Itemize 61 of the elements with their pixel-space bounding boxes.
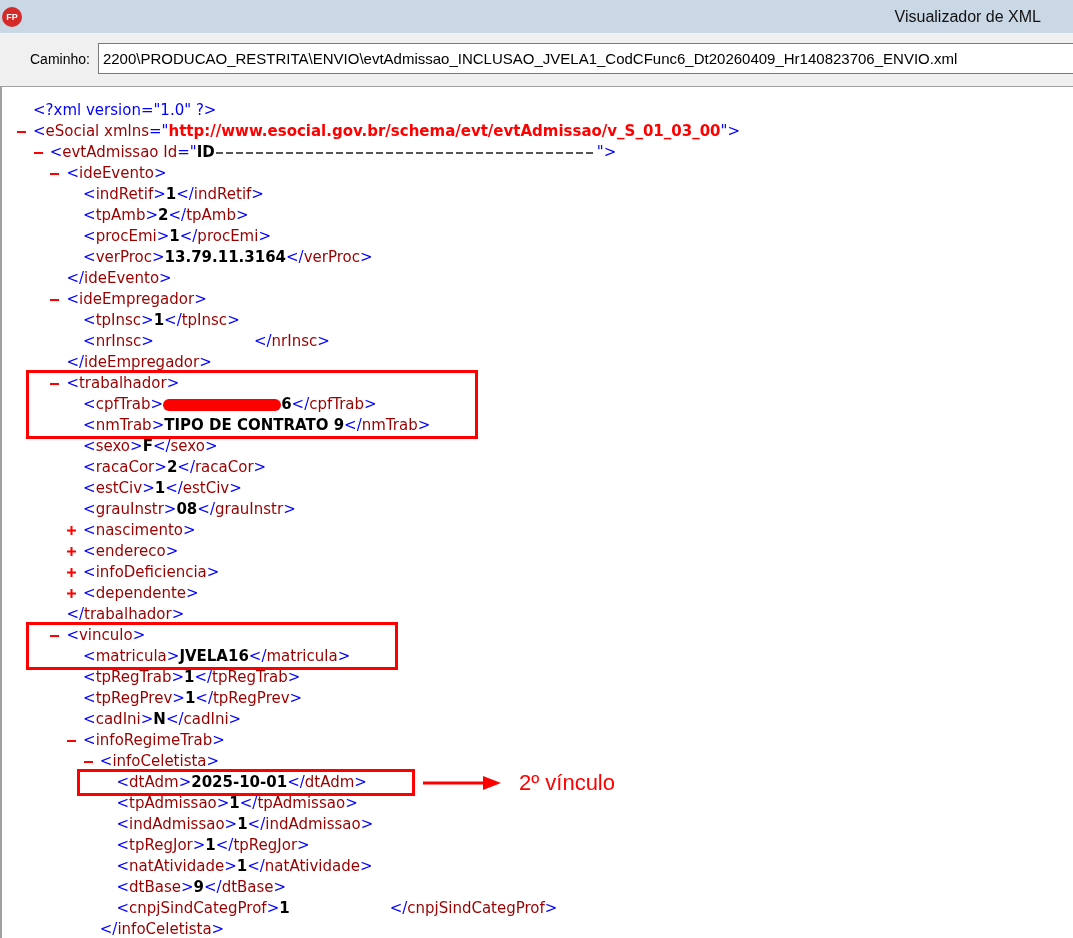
xml-line: <grauInstr>08</grauInstr> xyxy=(83,499,296,520)
minus-icon[interactable] xyxy=(50,172,60,175)
xml-line: <sexo>F</sexo> xyxy=(83,436,218,457)
minus-icon[interactable] xyxy=(50,634,60,637)
xml-line: <tpAmb>2</tpAmb> xyxy=(83,205,249,226)
xml-text: <cnpjSindCategProf>1 xyxy=(116,898,290,919)
xml-line: </trabalhador> xyxy=(66,604,185,625)
xml-line: <ideEmpregador> xyxy=(66,289,207,310)
xml-text: <cpfTrab> xyxy=(83,394,164,415)
minus-icon[interactable] xyxy=(67,739,77,742)
xml-line: <trabalhador> xyxy=(66,373,180,394)
xml-text: "> xyxy=(596,142,617,163)
minus-icon[interactable] xyxy=(17,130,26,133)
xml-line: <?xml version="1.0" ?> xyxy=(33,100,217,121)
xml-line: <tpInsc>1</tpInsc> xyxy=(83,310,240,331)
xml-line: <matricula>JVELA16</matricula> xyxy=(83,646,351,667)
plus-icon[interactable] xyxy=(67,568,77,577)
xml-line: </ideEvento> xyxy=(66,268,172,289)
minus-icon[interactable] xyxy=(83,760,93,763)
xml-line: <infoRegimeTrab> xyxy=(83,730,225,751)
window-title: Visualizador de XML xyxy=(894,7,1041,26)
xml-line: <indRetif>1</indRetif> xyxy=(83,184,264,205)
xml-line: <ideEvento> xyxy=(66,163,167,184)
annotation-label: 2º vínculo xyxy=(518,769,615,796)
xml-line: <procEmi>1</procEmi> xyxy=(83,226,271,247)
xml-line: <racaCor>2</racaCor> xyxy=(83,457,267,478)
xml-line: <estCiv>1</estCiv> xyxy=(83,478,242,499)
xml-line: <indAdmissao>1</indAdmissao> xyxy=(116,814,374,835)
xml-line: <eSocial xmlns="http://www.esocial.gov.br/schema/evt/evtAdmissao/v_S_01_03_00"> xyxy=(33,121,740,142)
xml-line: <tpRegTrab>1</tpRegTrab> xyxy=(83,667,301,688)
xml-line: <natAtividade>1</natAtividade> xyxy=(116,856,373,877)
xml-text: </nrInsc> xyxy=(253,331,330,352)
plus-icon[interactable] xyxy=(67,526,77,535)
xml-line: <infoDeficiencia> xyxy=(83,562,220,583)
xml-line: <vinculo> xyxy=(66,625,146,646)
xml-line: <nascimento> xyxy=(83,520,196,541)
path-label: Caminho: xyxy=(30,50,90,67)
xml-text: </cnpjSindCategProf> xyxy=(389,898,558,919)
xml-line: <dtBase>9</dtBase> xyxy=(116,877,287,898)
xml-line: <tpAdmissao>1</tpAdmissao> xyxy=(116,793,358,814)
app-logo: FP xyxy=(2,6,22,27)
path-field[interactable]: 2200\PRODUCAO_RESTRITA\ENVIO\evtAdmissao_INCLUSAO_JVELA1_CodCFunc6_Dt20260409_Hr140823706_ENVIO.xml xyxy=(97,43,1073,74)
xml-text: <nrInsc> xyxy=(83,331,154,352)
plus-icon[interactable] xyxy=(67,589,77,598)
xml-text: 6</cpfTrab> xyxy=(281,394,377,415)
xml-line: <infoCeletista> xyxy=(99,751,220,772)
xml-line: </infoCeletista> xyxy=(99,919,225,938)
xml-line: <cadIni>N</cadIni> xyxy=(83,709,242,730)
xml-line: <nmTrab>TIPO DE CONTRATO 9</nmTrab> xyxy=(83,415,431,436)
minus-icon[interactable] xyxy=(33,151,43,154)
minus-icon[interactable] xyxy=(50,382,60,385)
xml-line: <dependente> xyxy=(83,583,199,604)
xml-line: <dtAdm>2025-10-01</dtAdm> xyxy=(116,772,367,793)
plus-icon[interactable] xyxy=(67,547,77,556)
xml-line: </ideEmpregador> xyxy=(66,352,212,373)
xml-line: <tpRegJor>1</tpRegJor> xyxy=(116,835,310,856)
xml-line: <verProc>13.79.11.3164</verProc> xyxy=(83,247,373,268)
xml-line: <tpRegPrev>1</tpRegPrev> xyxy=(83,688,303,709)
minus-icon[interactable] xyxy=(50,298,60,301)
xml-line: <endereco> xyxy=(83,541,179,562)
xml-text: <evtAdmissao Id="ID xyxy=(49,142,215,163)
